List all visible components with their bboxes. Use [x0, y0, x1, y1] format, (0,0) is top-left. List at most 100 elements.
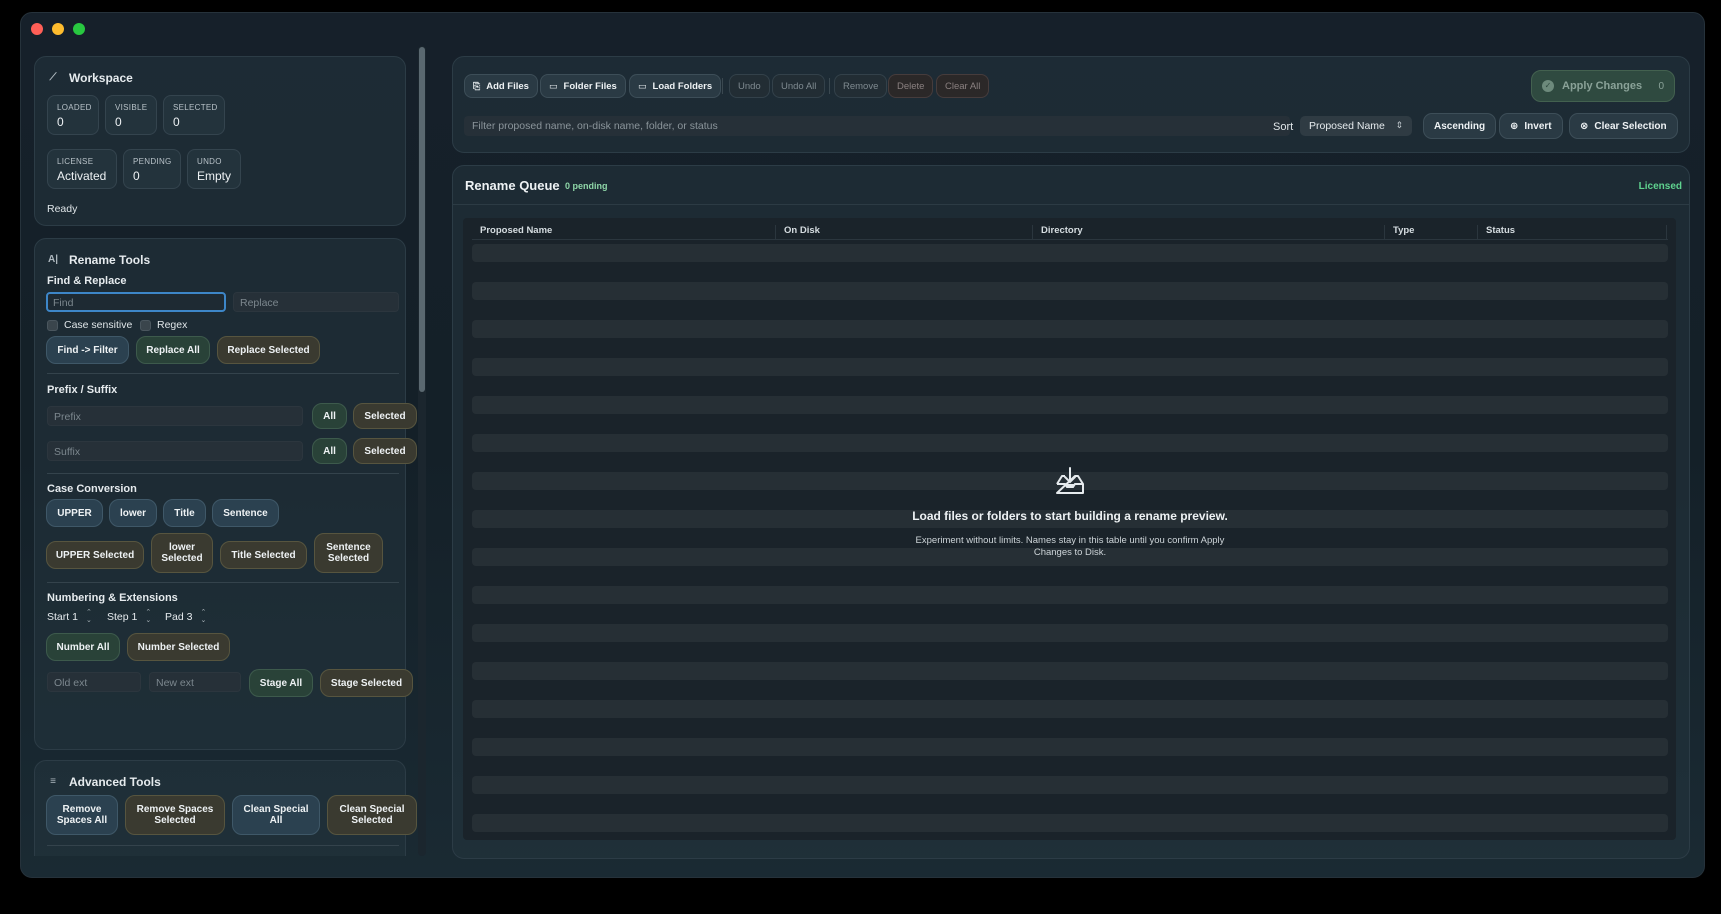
checkbox-label: Regex — [157, 319, 188, 331]
number-selected-button[interactable]: Number Selected — [127, 633, 230, 661]
step-stepper[interactable]: Step 1 ⌃ ⌄ — [107, 608, 153, 626]
apply-changes-count: 0 — [1658, 80, 1664, 92]
upper-button[interactable]: UPPER — [46, 499, 103, 527]
sidebar: ⟋ Workspace LOADED 0 VISIBLE 0 SELECTED … — [16, 40, 430, 856]
ascending-button[interactable]: Ascending — [1423, 113, 1497, 139]
numbering-title: Numbering & Extensions — [47, 592, 178, 604]
column-header-status[interactable]: Status — [1477, 225, 1515, 239]
suffix-input[interactable]: Suffix — [47, 441, 303, 461]
stat-value: 0 — [173, 115, 180, 129]
inbox-download-icon — [1054, 466, 1084, 494]
skeleton-row — [472, 700, 1668, 718]
upper-selected-button[interactable]: UPPER Selected — [46, 541, 144, 569]
updown-chevron-icon: ⇕ — [1395, 120, 1403, 130]
replace-input[interactable]: Replace — [233, 292, 399, 312]
column-header-directory[interactable]: Directory — [1032, 225, 1083, 239]
skeleton-row — [472, 282, 1668, 300]
suffix-selected-button[interactable]: Selected — [353, 438, 417, 464]
replace-all-button[interactable]: Replace All — [136, 336, 210, 364]
sentence-button[interactable]: Sentence — [212, 499, 279, 527]
skeleton-row — [472, 244, 1668, 262]
delete-button[interactable]: Delete — [888, 74, 934, 98]
folder-files-button[interactable]: ▭ Folder Files — [540, 74, 626, 98]
divider — [47, 373, 399, 374]
close-window-button[interactable] — [31, 23, 43, 35]
invert-icon: ⊕ — [1510, 120, 1519, 132]
old-ext-input[interactable]: Old ext — [47, 672, 141, 692]
pending-badge: 0 pending — [565, 181, 608, 191]
remove-spaces-selected-button[interactable]: Remove Spaces Selected — [125, 795, 225, 835]
find-replace-title: Find & Replace — [47, 275, 127, 287]
stage-all-button[interactable]: Stage All — [249, 669, 313, 697]
workspace-panel: ⟋ Workspace LOADED 0 VISIBLE 0 SELECTED … — [34, 56, 406, 226]
load-folders-button[interactable]: ▭ Load Folders — [629, 74, 722, 98]
lower-button[interactable]: lower — [109, 499, 157, 527]
skeleton-row — [472, 814, 1668, 832]
title-selected-button[interactable]: Title Selected — [220, 541, 307, 569]
check-circle-icon: ✓ — [1542, 80, 1554, 92]
checkbox-box — [47, 319, 58, 331]
folder-icon: ▭ — [638, 80, 647, 91]
find-filter-button[interactable]: Find -> Filter — [46, 336, 129, 364]
column-header-proposed-name[interactable]: Proposed Name — [472, 225, 552, 239]
stepper-arrows-icon[interactable]: ⌃ ⌄ — [198, 608, 208, 626]
toolbar-separator — [722, 78, 723, 94]
prefix-input[interactable]: Prefix — [47, 406, 303, 426]
filter-input[interactable]: Filter proposed name, on-disk name, fold… — [464, 116, 1290, 136]
rename-queue-title: Rename Queue — [465, 178, 560, 193]
sidebar-scroll-thumb[interactable] — [419, 47, 425, 392]
add-files-button[interactable]: ⎘ Add Files — [464, 74, 538, 98]
remove-button[interactable]: Remove — [834, 74, 888, 98]
stat-visible: VISIBLE 0 — [105, 95, 157, 135]
advanced-tools-title-text: Advanced Tools — [69, 775, 161, 789]
stat-license: LICENSE Activated — [47, 149, 117, 189]
replace-selected-button[interactable]: Replace Selected — [217, 336, 320, 364]
empty-state-title: Load files or folders to start building … — [912, 509, 1228, 523]
stat-value: Activated — [57, 169, 107, 183]
lower-selected-button[interactable]: lower Selected — [151, 533, 213, 573]
zoom-window-button[interactable] — [73, 23, 85, 35]
case-sensitive-checkbox[interactable]: Case sensitive — [47, 319, 132, 331]
undo-button[interactable]: Undo — [729, 74, 770, 98]
sentence-selected-button[interactable]: Sentence Selected — [314, 533, 383, 573]
stage-selected-button[interactable]: Stage Selected — [320, 669, 413, 697]
sort-select-value: Proposed Name — [1309, 120, 1385, 132]
workspace-title: ⟋ Workspace — [47, 71, 133, 85]
invert-label: Invert — [1524, 120, 1552, 132]
divider — [47, 582, 399, 583]
remove-spaces-all-button[interactable]: Remove Spaces All — [46, 795, 118, 835]
prefix-selected-button[interactable]: Selected — [353, 403, 417, 429]
regex-checkbox[interactable]: Regex — [140, 319, 187, 331]
undo-all-button[interactable]: Undo All — [772, 74, 826, 98]
skeleton-row — [472, 320, 1668, 338]
invert-button[interactable]: ⊕ Invert — [1499, 113, 1563, 139]
find-input[interactable]: Find — [46, 292, 226, 312]
sort-select[interactable]: Proposed Name ⇕ — [1300, 116, 1412, 136]
prefix-all-button[interactable]: All — [312, 403, 347, 429]
clear-all-button[interactable]: Clear All — [936, 74, 990, 98]
stepper-arrows-icon[interactable]: ⌃ ⌄ — [143, 608, 153, 626]
apply-changes-button[interactable]: ✓ Apply Changes 0 — [1531, 70, 1675, 102]
title-case-button[interactable]: Title — [163, 499, 206, 527]
wand-icon: ⟋ — [49, 72, 57, 83]
skeleton-row — [472, 358, 1668, 376]
start-stepper[interactable]: Start 1 ⌃ ⌄ — [47, 608, 94, 626]
prefix-suffix-title: Prefix / Suffix — [47, 384, 118, 396]
number-all-button[interactable]: Number All — [46, 633, 120, 661]
clean-special-selected-button[interactable]: Clean Special Selected — [327, 795, 417, 835]
empty-state-subtitle: Experiment without limits. Names stay in… — [915, 535, 1225, 558]
new-ext-input[interactable]: New ext — [149, 672, 241, 692]
column-header-type[interactable]: Type — [1384, 225, 1414, 239]
pad-stepper[interactable]: Pad 3 ⌃ ⌄ — [165, 608, 208, 626]
stat-selected: SELECTED 0 — [163, 95, 225, 135]
clear-selection-icon: ⊗ — [1580, 120, 1589, 132]
clear-selection-button[interactable]: ⊗ Clear Selection — [1569, 113, 1678, 139]
column-header-end — [1666, 225, 1675, 239]
clean-special-all-button[interactable]: Clean Special All — [232, 795, 320, 835]
divider — [47, 845, 399, 846]
minimize-window-button[interactable] — [52, 23, 64, 35]
suffix-all-button[interactable]: All — [312, 438, 347, 464]
column-header-on-disk[interactable]: On Disk — [775, 225, 820, 239]
advanced-tools-panel: ≡ Advanced Tools Remove Spaces All Remov… — [34, 760, 417, 856]
stepper-arrows-icon[interactable]: ⌃ ⌄ — [84, 608, 94, 626]
